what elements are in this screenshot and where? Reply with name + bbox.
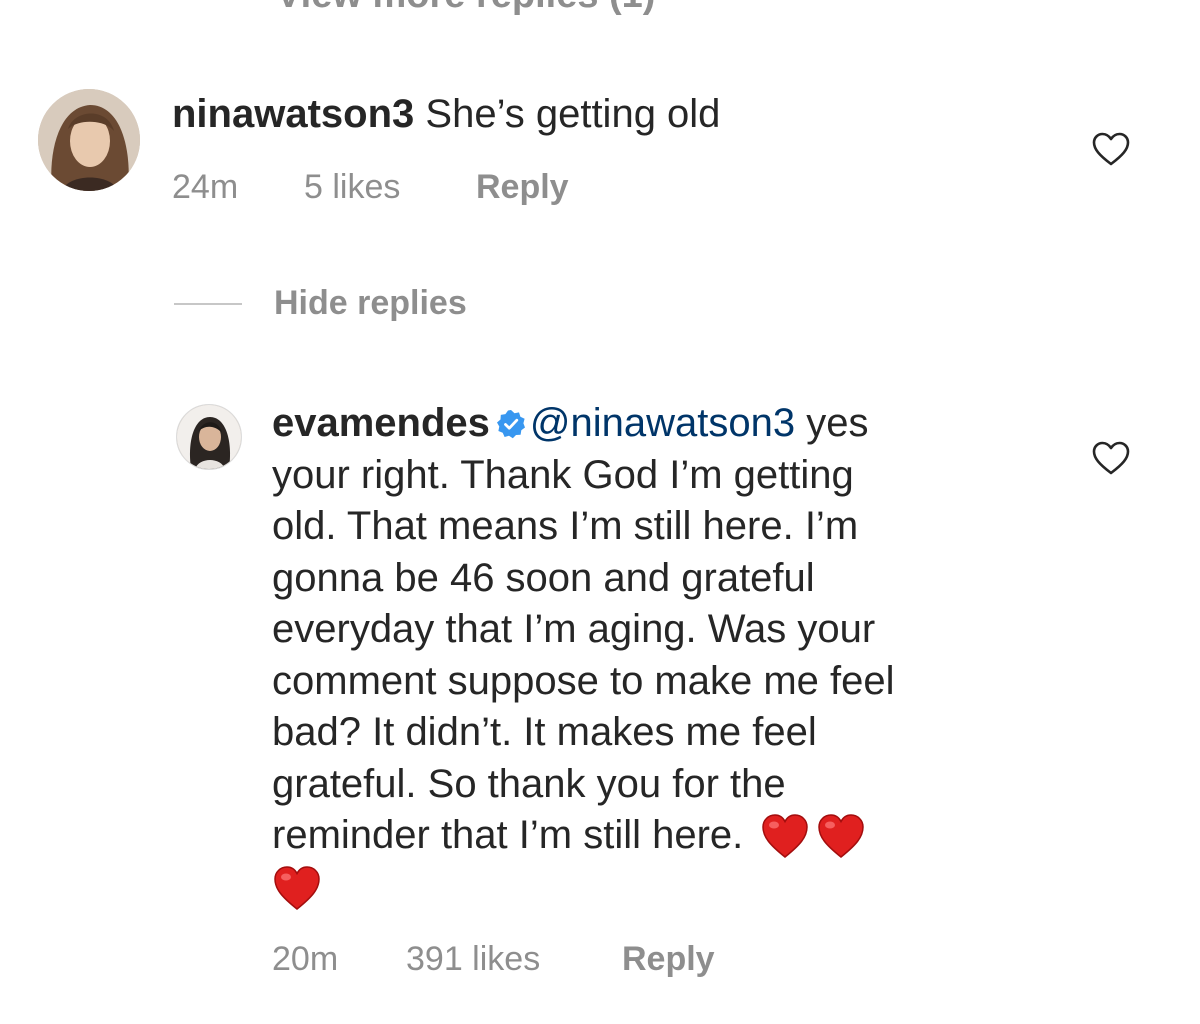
heart-outline-icon[interactable] <box>1091 131 1131 167</box>
reply-likes[interactable]: 391 likes <box>406 940 540 979</box>
reply-line: comment suppose to make me feel <box>272 658 895 703</box>
reply-line: everyday that I’m aging. Was your <box>272 607 876 651</box>
comment-text: She’s getting old <box>425 92 721 136</box>
reply-line: old. That means I’m still here. I’m <box>272 504 859 548</box>
reply-text-segment: yes <box>795 401 869 445</box>
avatar[interactable] <box>38 89 140 191</box>
red-heart-emoji <box>762 814 809 858</box>
reply-username[interactable]: evamendes <box>272 401 490 445</box>
reply-line: evamendes @ninawatson3 yes <box>272 398 1012 450</box>
red-heart-emoji <box>818 814 865 858</box>
hide-replies-button[interactable]: Hide replies <box>274 284 467 323</box>
reply-time: 20m <box>272 940 339 978</box>
comment-time: 24m <box>172 168 239 206</box>
reply-body: evamendes @ninawatson3 yes your right. Th… <box>272 398 1012 913</box>
comment-reply-button[interactable]: Reply <box>476 168 569 207</box>
comment-body: ninawatson3 She’s getting old <box>172 88 720 140</box>
avatar-photo <box>177 405 241 469</box>
reply-line: gonna be 46 soon and grateful <box>272 555 815 600</box>
reply-line: bad? It didn’t. It makes me feel <box>272 710 817 754</box>
reply-line: reminder that I’m still here. <box>272 810 1012 862</box>
comment-username[interactable]: ninawatson3 <box>172 92 414 136</box>
reply-mention-link[interactable]: @ninawatson3 <box>530 401 795 445</box>
reply-line: grateful. So thank you for the <box>272 761 786 806</box>
verified-badge-icon <box>496 410 525 439</box>
heart-outline-icon[interactable] <box>1091 440 1131 476</box>
comment-likes[interactable]: 5 likes <box>304 168 400 207</box>
view-more-replies-link[interactable]: View more replies (1) <box>276 0 655 17</box>
reply-line <box>272 862 1012 914</box>
avatar[interactable] <box>176 404 242 470</box>
thread-divider <box>174 303 242 305</box>
avatar-photo <box>38 89 140 191</box>
reply-reply-button[interactable]: Reply <box>622 940 715 979</box>
red-heart-emoji <box>274 865 320 910</box>
reply-text-segment: reminder that I’m still here. <box>272 813 755 857</box>
reply-line: your right. Thank God I’m getting <box>272 452 854 497</box>
